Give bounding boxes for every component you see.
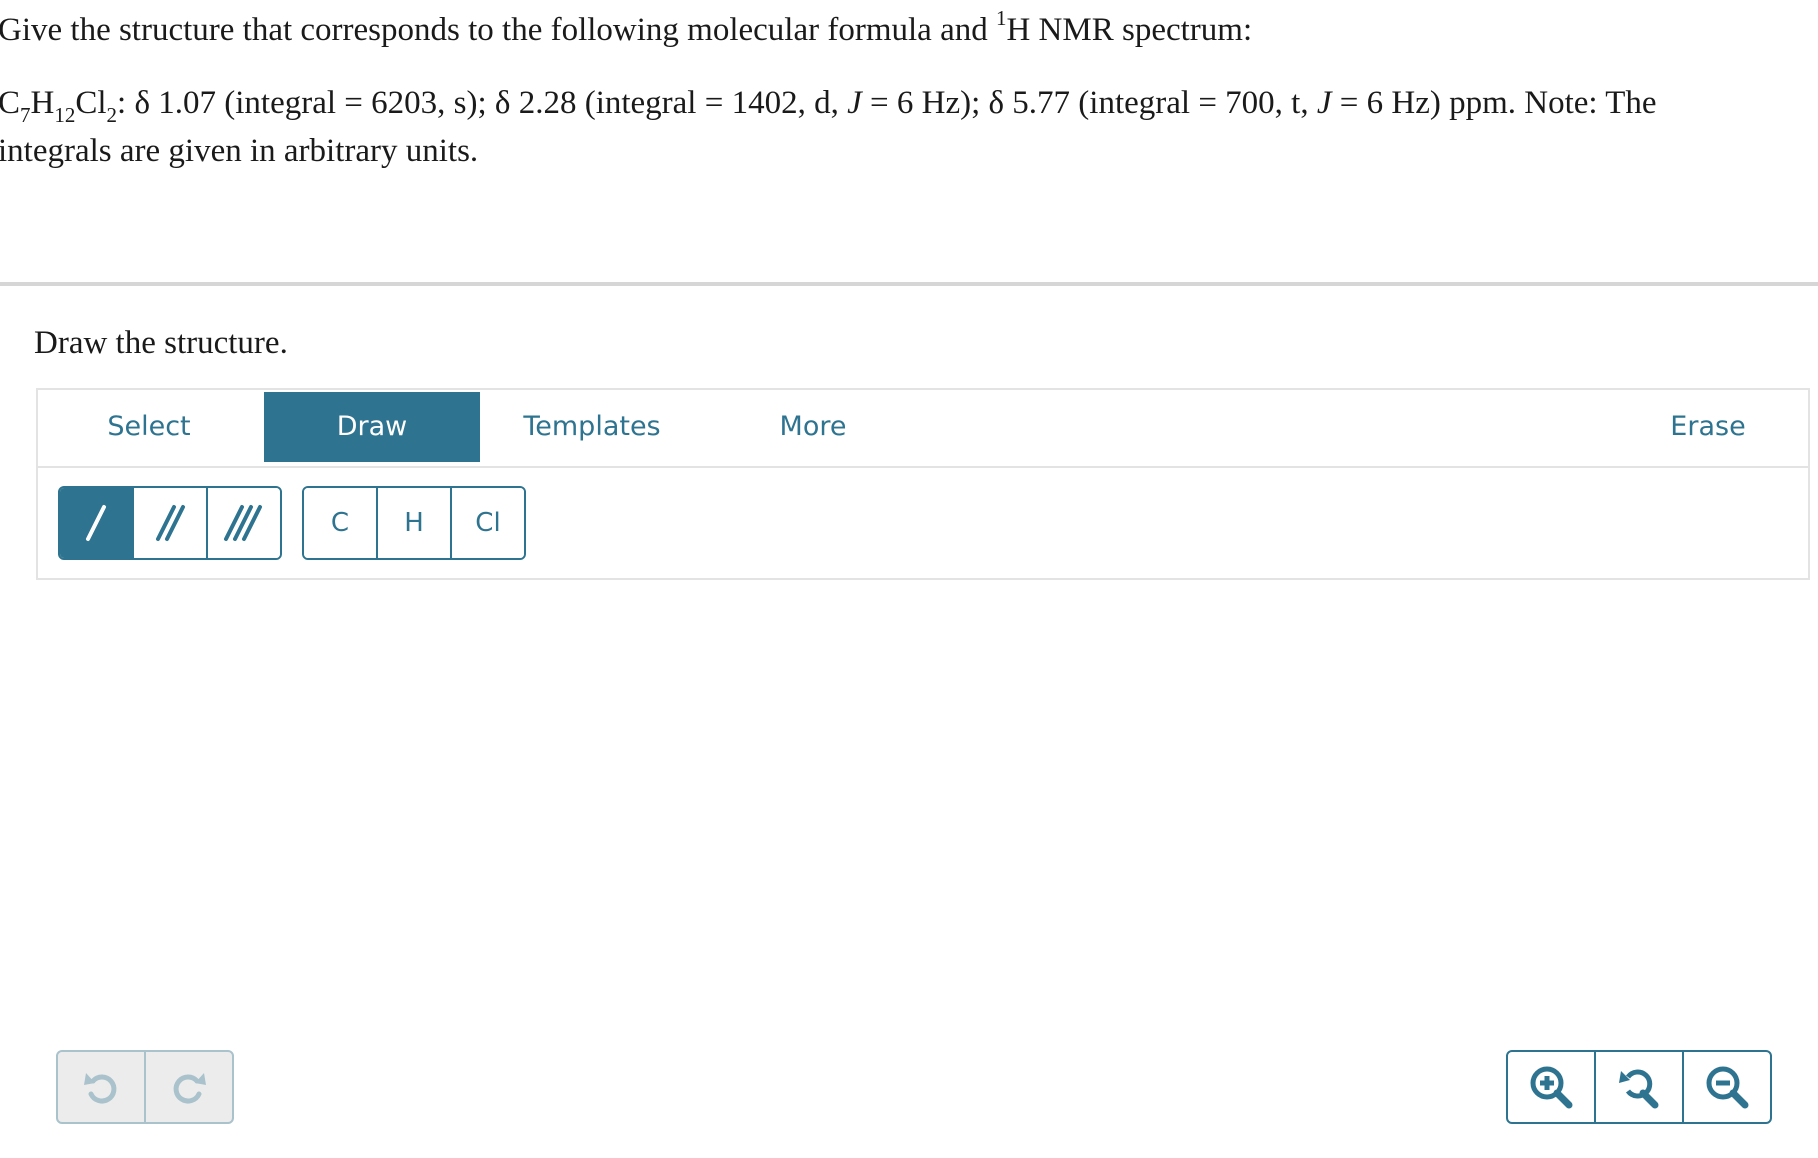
formula-h: H <box>30 85 55 121</box>
atom-c-button[interactable]: C <box>304 488 378 558</box>
nmr-data-c: = 6 Hz) ppm. Note: The <box>1331 85 1657 121</box>
tab-more[interactable]: More <box>738 390 888 464</box>
atom-h-button[interactable]: H <box>378 488 452 558</box>
double-bond-button[interactable] <box>134 488 208 558</box>
nmr-data-a: : δ 1.07 (integral = 6203, s); δ 2.28 (i… <box>117 85 848 121</box>
redo-button[interactable] <box>146 1052 232 1122</box>
atom-cl-button[interactable]: Cl <box>452 488 524 558</box>
zoom-reset-icon <box>1619 1069 1659 1109</box>
question-intro: Give the structure that corresponds to t… <box>0 12 996 48</box>
double-bond-icon <box>156 505 185 541</box>
tab-select[interactable]: Select <box>38 390 260 464</box>
zoom-reset-button[interactable] <box>1596 1052 1684 1122</box>
undo-button[interactable] <box>58 1052 146 1122</box>
question-text: Give the structure that corresponds to t… <box>0 6 1818 175</box>
formula-cl-count: 2 <box>106 103 118 127</box>
editor-tab-bar: Select Draw Templates More Erase <box>38 390 1808 468</box>
draw-prompt: Draw the structure. <box>34 325 288 361</box>
formula-h-count: 12 <box>54 103 76 127</box>
zoom-out-button[interactable] <box>1684 1052 1770 1122</box>
tab-draw[interactable]: Draw <box>264 392 480 462</box>
tab-templates[interactable]: Templates <box>492 390 692 464</box>
triple-bond-button[interactable] <box>208 488 280 558</box>
atom-tool-group: C H Cl <box>302 486 526 560</box>
question-line-3: integrals are given in arbitrary units. <box>0 133 479 169</box>
tab-erase[interactable]: Erase <box>1638 390 1778 464</box>
zoom-out-icon <box>1706 1066 1749 1109</box>
nmr-superscript: 1 <box>995 6 1007 30</box>
history-controls <box>56 1050 234 1124</box>
question-line-1: Give the structure that corresponds to t… <box>0 6 1818 54</box>
redo-icon <box>173 1073 206 1104</box>
bond-tool-group <box>58 486 282 560</box>
zoom-in-button[interactable] <box>1508 1052 1596 1122</box>
undo-icon <box>84 1073 117 1104</box>
coupling-j-2: J <box>1316 85 1332 121</box>
zoom-in-icon <box>1530 1066 1573 1109</box>
coupling-j-1: J <box>847 85 862 121</box>
structure-editor: Select Draw Templates More Erase C H Cl <box>36 388 1810 580</box>
section-divider <box>0 282 1818 286</box>
triple-bond-icon <box>224 505 262 541</box>
formula: C7H12Cl2 <box>0 85 117 126</box>
formula-c: C <box>0 85 21 121</box>
single-bond-icon <box>86 505 106 541</box>
formula-c-count: 7 <box>20 103 31 127</box>
zoom-controls <box>1506 1050 1772 1124</box>
question-intro-tail: H NMR spectrum: <box>1006 12 1253 48</box>
formula-cl: Cl <box>75 85 107 121</box>
question-line-2: C7H12Cl2: δ 1.07 (integral = 6203, s); δ… <box>0 79 1818 127</box>
nmr-data-b: = 6 Hz); δ 5.77 (integral = 700, t, <box>861 85 1317 121</box>
single-bond-button[interactable] <box>60 488 134 558</box>
